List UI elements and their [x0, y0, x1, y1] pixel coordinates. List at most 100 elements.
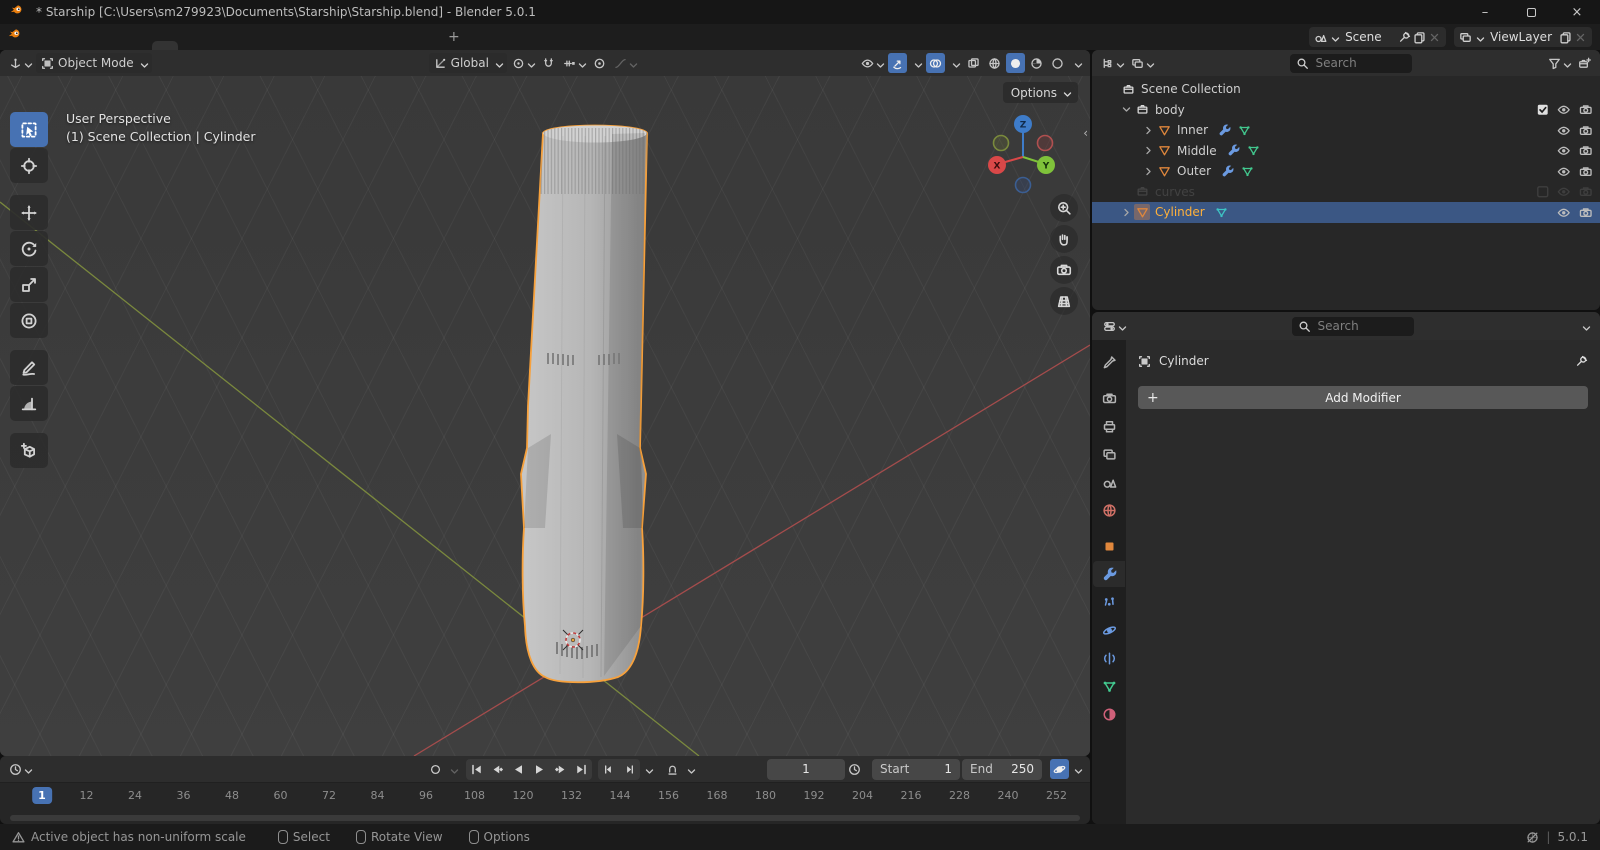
tool-button[interactable]	[10, 112, 48, 147]
properties-tab[interactable]	[1093, 561, 1125, 587]
properties-options-dropdown[interactable]	[1577, 316, 1592, 336]
outliner-search[interactable]	[1290, 54, 1412, 73]
properties-tab[interactable]	[1094, 533, 1124, 559]
row-visibility-toggles[interactable]	[1557, 124, 1592, 138]
row-visibility-toggles[interactable]	[1557, 206, 1592, 220]
new-scene-icon[interactable]	[1413, 31, 1426, 44]
window-button[interactable]: ×	[1554, 0, 1600, 24]
loop-dropdown[interactable]	[682, 759, 697, 779]
window-button[interactable]: –	[1462, 0, 1508, 24]
xray-toggle[interactable]	[964, 53, 983, 73]
outliner-row[interactable]: Scene Collection	[1092, 79, 1600, 100]
frame-step-button[interactable]	[598, 759, 619, 780]
row-visibility-toggles[interactable]	[1557, 165, 1592, 179]
properties-tab[interactable]	[1094, 413, 1124, 439]
transport-button[interactable]	[466, 759, 487, 780]
transport-button[interactable]	[487, 759, 508, 780]
add-workspace-button[interactable]: +	[438, 29, 470, 45]
transport-button[interactable]	[508, 759, 529, 780]
blender-menu-icon[interactable]	[8, 28, 26, 46]
frame-tick[interactable]: 132	[555, 787, 588, 804]
show-gizmo-toggle[interactable]	[888, 53, 907, 73]
transport-button[interactable]	[571, 759, 592, 780]
pin-icon[interactable]	[1398, 31, 1411, 44]
outliner-row[interactable]: Outer	[1092, 161, 1600, 182]
workspace-tab[interactable]	[386, 41, 412, 50]
orientation-dropdown[interactable]: Global	[429, 53, 507, 73]
properties-tab[interactable]	[1094, 645, 1124, 671]
playhead[interactable]: 1	[32, 787, 52, 804]
outliner-row[interactable]: Inner	[1092, 120, 1600, 141]
properties-tab[interactable]	[1094, 589, 1124, 615]
properties-search-input[interactable]	[1316, 318, 1408, 334]
disclosure-icon[interactable]	[1140, 144, 1156, 157]
sidebar-collapse-arrow[interactable]: ‹	[1083, 126, 1088, 140]
properties-tab[interactable]	[1094, 701, 1124, 727]
frame-start-field[interactable]: Start 1	[872, 759, 960, 780]
frame-tick[interactable]: 24	[122, 787, 148, 804]
workspace-tab[interactable]	[334, 41, 360, 50]
window-button[interactable]	[1508, 0, 1554, 24]
properties-tab[interactable]	[1094, 497, 1124, 523]
workspace-tab[interactable]	[178, 41, 204, 50]
frame-tick[interactable]: 216	[894, 787, 927, 804]
gizmo-dropdown[interactable]	[909, 53, 924, 73]
pin-icon[interactable]	[1575, 355, 1588, 368]
current-frame-field[interactable]: 1	[767, 759, 845, 780]
visibility-dropdown[interactable]	[858, 53, 886, 73]
workspace-tab[interactable]	[282, 41, 308, 50]
properties-search[interactable]	[1292, 317, 1414, 336]
overlays-dropdown[interactable]	[947, 53, 962, 73]
frame-end-field[interactable]: End 250	[962, 759, 1042, 780]
properties-tab[interactable]	[1094, 469, 1124, 495]
frame-tick[interactable]: 120	[506, 787, 539, 804]
camera-view-button[interactable]	[1050, 256, 1078, 284]
axis-neg-y-handle[interactable]	[994, 136, 1009, 151]
shading-wireframe-button[interactable]	[985, 53, 1004, 73]
workspace-tab[interactable]	[230, 41, 256, 50]
timeline-scrollbar[interactable]	[10, 815, 1080, 821]
shading-material-button[interactable]	[1027, 53, 1046, 73]
tool-button[interactable]	[10, 148, 48, 183]
properties-tab[interactable]	[1094, 385, 1124, 411]
timeline-editor-type-button[interactable]	[6, 759, 34, 779]
proportional-edit-toggle[interactable]	[590, 53, 609, 73]
properties-tab[interactable]	[1094, 617, 1124, 643]
properties-tab[interactable]	[1094, 441, 1124, 467]
use-preview-range-toggle[interactable]	[845, 759, 864, 779]
workspace-tab[interactable]	[152, 41, 178, 50]
tool-button[interactable]	[10, 303, 48, 338]
disclosure-icon[interactable]	[1140, 124, 1156, 137]
snap-toggle[interactable]	[539, 53, 558, 73]
row-visibility-toggles[interactable]	[1536, 185, 1593, 199]
tool-button[interactable]	[10, 267, 48, 302]
outliner-search-input[interactable]	[1314, 55, 1406, 71]
axis-neg-z-handle[interactable]	[1016, 178, 1031, 193]
timeline-sync-toggle[interactable]	[1050, 759, 1069, 779]
new-viewlayer-icon[interactable]	[1559, 31, 1572, 44]
outliner-filter-button[interactable]	[1545, 53, 1573, 73]
loop-region-toggle[interactable]	[663, 759, 682, 779]
show-overlays-toggle[interactable]	[926, 53, 945, 73]
frame-tick[interactable]: 84	[364, 787, 390, 804]
frame-tick[interactable]: 240	[991, 787, 1024, 804]
workspace-tab[interactable]	[308, 41, 334, 50]
snap-with-dropdown[interactable]	[560, 53, 588, 73]
tool-button[interactable]	[10, 231, 48, 266]
viewlayer-selector[interactable]: ViewLayer	[1454, 27, 1592, 47]
frame-tick[interactable]: 36	[170, 787, 196, 804]
pivot-dropdown[interactable]	[509, 53, 537, 73]
workspace-tab[interactable]	[412, 41, 438, 50]
frame-ruler[interactable]: 1122436486072849610812013214415616818019…	[0, 782, 1090, 812]
frame-step-dropdown[interactable]	[640, 759, 655, 779]
properties-tab[interactable]	[1094, 349, 1124, 375]
outliner-display-mode-button[interactable]	[1098, 53, 1126, 73]
outliner-row[interactable]: Middle	[1092, 141, 1600, 162]
frame-tick[interactable]: 192	[797, 787, 830, 804]
shading-dropdown[interactable]	[1069, 53, 1084, 73]
frame-tick[interactable]: 72	[316, 787, 342, 804]
outliner-row[interactable]: Cylinder	[1092, 202, 1600, 223]
shading-solid-button[interactable]	[1006, 53, 1025, 73]
row-visibility-toggles[interactable]	[1536, 103, 1593, 117]
tool-button[interactable]	[10, 386, 48, 421]
